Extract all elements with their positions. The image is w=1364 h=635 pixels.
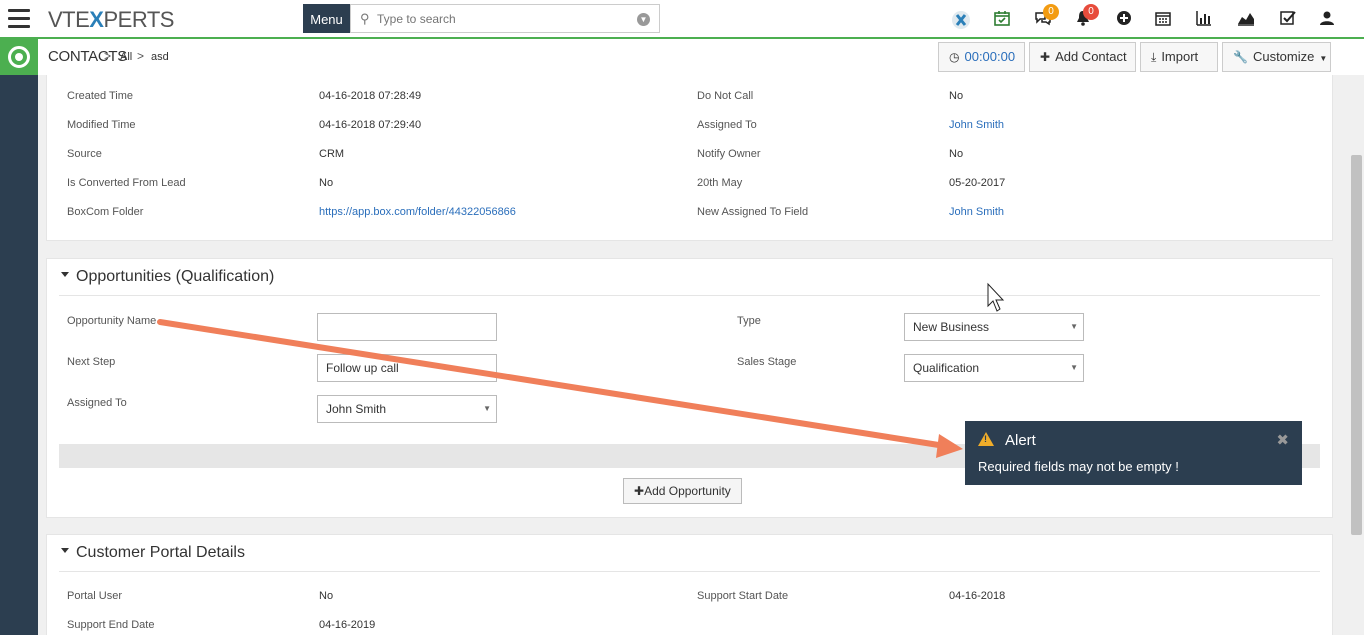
field-label: Is Converted From Lead: [67, 177, 186, 189]
field-value: No: [949, 148, 964, 160]
wrench-icon: 🔧: [1233, 50, 1248, 64]
search-icon: ⚲: [360, 11, 370, 26]
vtiger-x-icon[interactable]: [951, 10, 971, 30]
breadcrumb-all[interactable]: All: [120, 51, 132, 63]
close-icon[interactable]: ✖: [1276, 431, 1289, 449]
notification-bell-icon[interactable]: 0: [1073, 4, 1099, 30]
quick-create-plus-icon[interactable]: [1114, 10, 1134, 30]
next-step-input[interactable]: Follow up call: [317, 354, 497, 382]
clock-icon: ◷: [949, 50, 960, 64]
timer-button[interactable]: ◷ 00:00:00: [938, 42, 1025, 72]
add-opportunity-button[interactable]: ✚Add Opportunity: [623, 478, 742, 504]
field-value: 05-20-2017: [949, 177, 1006, 189]
support-start-label: Support Start Date: [697, 590, 789, 602]
field-label: 20th May: [697, 177, 743, 189]
reports-bar-chart-icon[interactable]: [1194, 10, 1214, 30]
support-end-value: 04-16-2019: [319, 619, 376, 631]
opportunities-section-toggle[interactable]: Opportunities (Qualification): [61, 268, 274, 286]
caret-down-icon: ▼: [483, 404, 491, 413]
breadcrumb-bar: CONTACTS > All > asd ◷ 00:00:00 ✚ Add Cont…: [38, 39, 1364, 75]
customize-dropdown[interactable]: 🔧 Customize ▼: [1222, 42, 1331, 72]
sales-stage-label: Sales Stage: [737, 356, 797, 368]
customer-portal-section-toggle[interactable]: Customer Portal Details: [61, 544, 245, 562]
field-label: Notify Owner: [697, 148, 761, 160]
field-label: Modified Time: [67, 119, 136, 131]
caret-down-icon: [61, 548, 69, 554]
sales-stage-select[interactable]: Qualification ▼: [904, 354, 1084, 382]
support-start-value: 04-16-2018: [949, 590, 1006, 602]
field-label: Do Not Call: [697, 90, 754, 102]
tasks-checkbox-icon[interactable]: [1278, 10, 1298, 30]
hamburger-menu-icon[interactable]: [8, 9, 30, 29]
download-icon: ⤓: [1151, 50, 1157, 64]
calendar-icon[interactable]: [1153, 10, 1173, 30]
global-search[interactable]: ⚲ ▼: [350, 4, 660, 33]
menu-button[interactable]: Menu: [303, 4, 350, 33]
field-value: CRM: [319, 148, 345, 160]
new-assigned-to-link[interactable]: John Smith: [949, 206, 1004, 218]
alert-message: Required fields may not be empty !: [978, 459, 1179, 474]
analytics-area-chart-icon[interactable]: [1236, 10, 1256, 30]
breadcrumb-separator: >: [104, 49, 112, 63]
caret-down-icon: [61, 272, 69, 278]
type-select[interactable]: New Business ▼: [904, 313, 1084, 341]
caret-down-icon: ▼: [1070, 363, 1078, 372]
contact-details-panel: Created Time 04-16-2018 07:28:49 Modifie…: [46, 75, 1333, 241]
breadcrumb-module[interactable]: CONTACTS: [48, 48, 127, 65]
next-step-label: Next Step: [67, 356, 116, 368]
user-profile-icon[interactable]: [1317, 10, 1337, 30]
page-scrollbar[interactable]: [1349, 75, 1364, 635]
field-label: Assigned To: [697, 119, 757, 131]
scrollbar-thumb[interactable]: [1351, 155, 1362, 535]
field-label: Created Time: [67, 90, 134, 102]
vtexperts-logo[interactable]: VTEXPERTS: [48, 7, 174, 33]
breadcrumb-record: asd: [151, 51, 169, 63]
field-label: New Assigned To Field: [697, 206, 809, 218]
caret-down-icon: ▼: [1319, 54, 1328, 63]
portal-user-value: No: [319, 590, 334, 602]
alert-notification: Alert Required fields may not be empty !…: [965, 421, 1302, 485]
opportunity-name-label: Opportunity Name: [67, 315, 157, 327]
support-end-label: Support End Date: [67, 619, 155, 631]
left-sidebar: [0, 39, 38, 635]
boxcom-folder-link[interactable]: https://app.box.com/folder/44322056866: [319, 206, 516, 218]
type-label: Type: [737, 315, 761, 327]
chat-count-badge: 0: [1043, 4, 1059, 20]
calendar-check-icon[interactable]: [992, 10, 1012, 30]
add-contact-button[interactable]: ✚ Add Contact: [1029, 42, 1136, 72]
top-navbar: VTEXPERTS Menu ⚲ ▼ 0 0: [0, 0, 1364, 39]
plus-icon: ✚: [634, 484, 645, 498]
customer-portal-panel: Customer Portal Details Portal User No S…: [46, 534, 1333, 635]
target-icon: [8, 46, 30, 68]
assigned-to-select[interactable]: John Smith ▼: [317, 395, 497, 423]
search-options-icon[interactable]: ▼: [637, 13, 650, 26]
alert-title: Alert: [1005, 432, 1036, 449]
notification-count-badge: 0: [1083, 4, 1099, 20]
search-input[interactable]: [377, 10, 627, 28]
field-value: No: [319, 177, 334, 189]
breadcrumb-separator: >: [137, 49, 145, 63]
divider: [59, 295, 1320, 296]
assigned-to-link[interactable]: John Smith: [949, 119, 1004, 131]
plus-icon: ✚: [1040, 50, 1051, 64]
warning-icon: [978, 432, 994, 446]
divider: [59, 571, 1320, 572]
assigned-to-label: Assigned To: [67, 397, 127, 409]
caret-down-icon: ▼: [1070, 322, 1078, 331]
field-value: No: [949, 90, 964, 102]
module-indicator[interactable]: [0, 39, 38, 75]
field-value: 04-16-2018 07:28:49: [319, 90, 422, 102]
field-label: Source: [67, 148, 102, 160]
field-value: 04-16-2018 07:29:40: [319, 119, 422, 131]
opportunity-name-input[interactable]: [317, 313, 497, 341]
portal-user-label: Portal User: [67, 590, 123, 602]
field-label: BoxCom Folder: [67, 206, 144, 218]
chat-icon[interactable]: 0: [1033, 4, 1059, 30]
import-button[interactable]: ⤓ Import: [1140, 42, 1218, 72]
